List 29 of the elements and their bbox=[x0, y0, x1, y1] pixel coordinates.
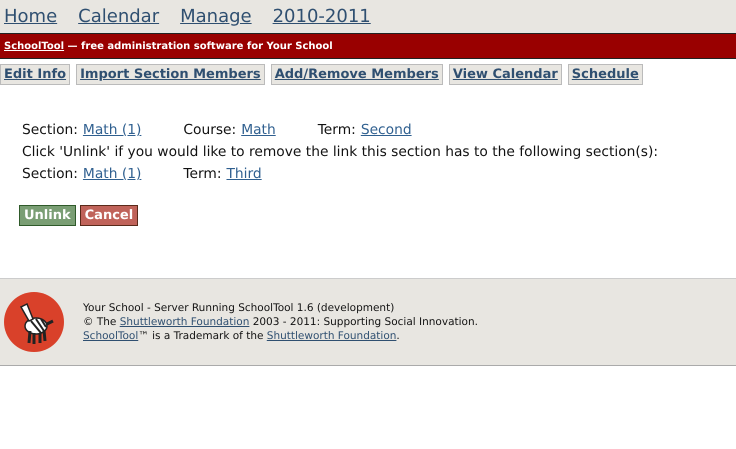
nav-link[interactable]: Home bbox=[4, 6, 58, 27]
action-button[interactable]: Import Section Members bbox=[76, 64, 265, 85]
action-button[interactable]: View Calendar bbox=[448, 64, 562, 85]
action-button[interactable]: Add/Remove Members bbox=[270, 64, 443, 85]
nav-link[interactable]: Calendar bbox=[78, 6, 160, 27]
footer-text: © The Shuttleworth Foundation 2003 - 2011: Supporting Social Innovation. bbox=[83, 315, 478, 329]
action-button[interactable]: Schedule bbox=[568, 64, 643, 85]
field-link[interactable]: Math (1) bbox=[82, 122, 142, 138]
field-label: Section: bbox=[22, 166, 78, 182]
action-button[interactable]: Edit Info bbox=[0, 64, 70, 85]
field-link[interactable]: Second bbox=[360, 122, 412, 138]
field-link[interactable]: Math (1) bbox=[82, 166, 142, 182]
footer-link[interactable]: SchoolTool bbox=[83, 330, 138, 342]
field-label: Section: bbox=[22, 122, 78, 138]
field-label: Term: bbox=[318, 122, 356, 138]
instruction-text: Click 'Unlink' if you would like to remove the link this section has to the following section(s): bbox=[22, 143, 659, 162]
field-link[interactable]: Third bbox=[226, 166, 262, 182]
footer-text: Your School - Server Running SchoolTool 1.6 (development) bbox=[83, 301, 396, 315]
nav-link[interactable]: Manage bbox=[180, 6, 252, 27]
footer-link[interactable]: Shuttleworth Foundation bbox=[266, 330, 396, 342]
banner-link[interactable]: SchoolTool bbox=[4, 40, 64, 52]
nav-link[interactable]: 2010-2011 bbox=[272, 6, 371, 27]
cancel-button[interactable]: Cancel bbox=[80, 205, 138, 226]
banner-text: — free administration software for Your School bbox=[66, 40, 333, 52]
footer-link[interactable]: Shuttleworth Foundation bbox=[120, 316, 250, 328]
field-link[interactable]: Math bbox=[241, 122, 276, 138]
field-label: Course: bbox=[183, 122, 236, 138]
field-label: Term: bbox=[183, 166, 222, 182]
footer-text: SchoolTool™ is a Trademark of the Shuttleworth Foundation. bbox=[83, 329, 401, 343]
